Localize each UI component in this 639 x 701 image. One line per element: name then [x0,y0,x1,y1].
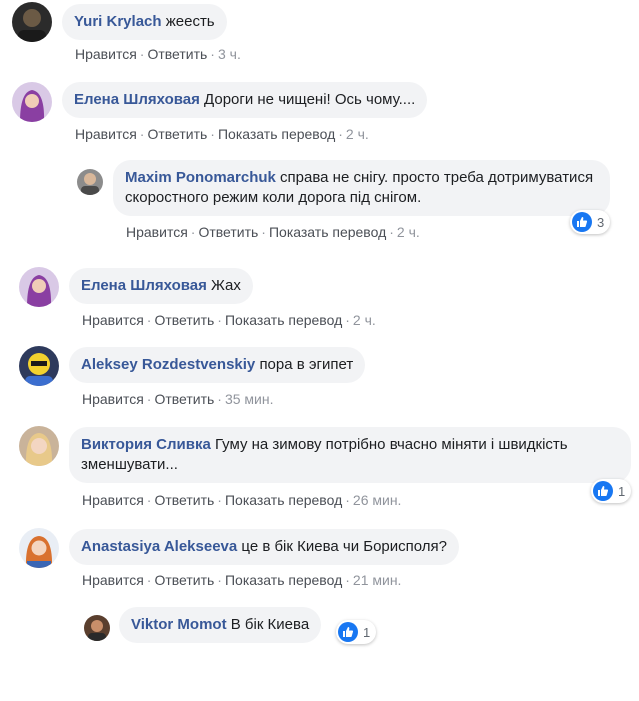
reply-link[interactable]: Ответить [147,126,207,142]
avatar[interactable] [19,426,59,466]
reaction-count[interactable]: 1 [336,620,377,644]
comment-time[interactable]: 26 мин. [353,492,402,508]
avatar[interactable] [19,346,59,386]
translate-link[interactable]: Показать перевод [269,224,386,240]
avatar[interactable] [77,169,103,195]
reply-link[interactable]: Ответить [198,224,258,240]
comment-text: Дороги не чищені! Ось чому.... [204,91,416,108]
comment-actions: Нравится · Ответить · Показать перевод · 2 ч. [82,312,376,328]
avatar[interactable] [12,82,52,122]
comment-author[interactable]: Anastasiya Alekseeva [81,538,237,555]
like-link[interactable]: Нравится [82,492,144,508]
comment-text: це в бік Киева чи Борисполя? [241,538,448,555]
like-icon [338,622,358,642]
comment-bubble: Viktor Momot В бік Киева [119,607,322,643]
avatar[interactable] [84,615,110,641]
comment-actions: Нравится · Ответить · Показать перевод · 2 ч. [75,126,369,142]
comment-text: пора в эгипет [259,356,354,373]
reaction-number: 1 [618,483,626,499]
reply-link[interactable]: Ответить [154,492,214,508]
reaction-number: 1 [363,624,371,640]
comment-actions: Нравится · Ответить · Показать перевод · 26 ми… [82,492,402,508]
comment-actions: Нравится · Ответить · 3 ч. [75,46,241,62]
like-link[interactable]: Нравится [75,126,137,142]
comment-bubble: Aleksey Rozdestvenskiy пора в эгипет [69,347,366,383]
comment-author[interactable]: Yuri Krylach [74,13,162,30]
comment-actions: Нравится · Ответить · 35 мин. [82,391,274,407]
like-link[interactable]: Нравится [82,572,144,588]
comment-author[interactable]: Елена Шляховая [81,277,207,294]
like-link[interactable]: Нравится [126,224,188,240]
reply-link[interactable]: Ответить [154,312,214,328]
comment-time[interactable]: 2 ч. [397,224,420,240]
comment-author[interactable]: Maxim Ponomarchuk [125,169,276,186]
comment-text: Жах [211,277,241,294]
comment-time[interactable]: 2 ч. [353,312,376,328]
comment-text: В бік Киева [230,616,310,633]
comment-time[interactable]: 3 ч. [218,46,241,62]
comment-actions: Нравится · Ответить · Показать перевод · 2 ч. [126,224,420,240]
like-icon [572,212,592,232]
like-link[interactable]: Нравится [75,46,137,62]
like-link[interactable]: Нравится [82,391,144,407]
avatar[interactable] [19,267,59,307]
reaction-count[interactable]: 1 [591,479,632,503]
comment-bubble: Yuri Krylach жеесть [62,4,227,40]
comment-author[interactable]: Виктория Сливка [81,436,211,453]
reaction-number: 3 [597,214,605,230]
comment-author[interactable]: Viktor Momot [131,616,227,633]
reaction-count[interactable]: 3 [570,210,611,234]
comment-text: жеесть [165,13,215,30]
translate-link[interactable]: Показать перевод [225,492,342,508]
comment-bubble: Елена Шляховая Дороги не чищені! Ось чом… [62,82,428,118]
comment-actions: Нравится · Ответить · Показать перевод · 21 ми… [82,572,402,588]
comment-author[interactable]: Елена Шляховая [74,91,200,108]
comment-time[interactable]: 35 мин. [225,391,274,407]
comment-time[interactable]: 2 ч. [346,126,369,142]
like-icon [593,481,613,501]
comment-author[interactable]: Aleksey Rozdestvenskiy [81,356,255,373]
translate-link[interactable]: Показать перевод [225,312,342,328]
reply-link[interactable]: Ответить [154,572,214,588]
comment-bubble: Виктория Сливка Гуму на зимову потрібно … [69,427,631,483]
like-link[interactable]: Нравится [82,312,144,328]
comment-time[interactable]: 21 мин. [353,572,402,588]
comment-bubble: Maxim Ponomarchuk справа не снігу. прост… [113,160,610,216]
avatar[interactable] [19,528,59,568]
translate-link[interactable]: Показать перевод [218,126,335,142]
reply-link[interactable]: Ответить [154,391,214,407]
comment-bubble: Anastasiya Alekseeva це в бік Киева чи Б… [69,529,460,565]
reply-link[interactable]: Ответить [147,46,207,62]
comment-bubble: Елена Шляховая Жах [69,268,253,304]
translate-link[interactable]: Показать перевод [225,572,342,588]
avatar[interactable] [12,2,52,42]
